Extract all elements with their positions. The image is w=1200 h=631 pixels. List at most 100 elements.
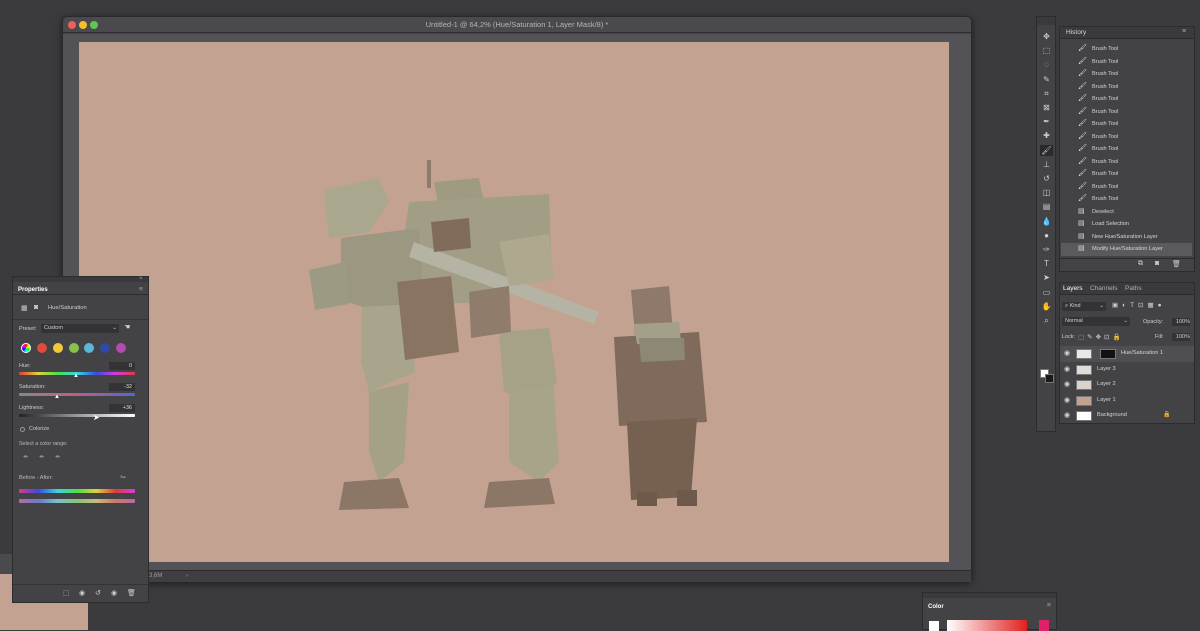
- document-canvas[interactable]: [79, 42, 949, 562]
- color-panel-grip[interactable]: [923, 593, 1056, 598]
- new-document-from-state-icon[interactable]: ⧉: [1138, 260, 1143, 268]
- path-select-icon[interactable]: ➤: [1040, 272, 1053, 283]
- move-icon[interactable]: ✥: [1040, 31, 1053, 42]
- visibility-eye-icon[interactable]: ◉: [1064, 393, 1070, 409]
- layer-row[interactable]: ◉ Hue/Saturation 1: [1060, 346, 1194, 362]
- visibility-eye-icon[interactable]: ◉: [111, 589, 117, 597]
- history-item[interactable]: ▤ Load Selection: [1061, 218, 1192, 231]
- clip-to-layer-icon[interactable]: ⬚: [63, 589, 70, 597]
- lasso-icon[interactable]: ◌: [1040, 59, 1053, 70]
- visibility-eye-icon[interactable]: ◉: [1064, 362, 1070, 378]
- tab-color[interactable]: Color: [928, 604, 944, 610]
- layer-row[interactable]: ◉ Background 🔒: [1060, 408, 1194, 424]
- reset-icon[interactable]: ↺: [95, 589, 101, 597]
- tab-history[interactable]: History: [1066, 29, 1086, 36]
- zoom-icon[interactable]: ⌕: [1040, 315, 1053, 326]
- background-color-icon[interactable]: [1045, 374, 1054, 383]
- color-range-swatch[interactable]: [37, 343, 47, 353]
- gradient-icon[interactable]: ▤: [1040, 201, 1053, 212]
- colorize-checkbox[interactable]: [20, 427, 25, 432]
- healing-icon[interactable]: ✚: [1040, 130, 1053, 141]
- saturation-value-field[interactable]: -32: [109, 383, 135, 391]
- history-item[interactable]: 🖌 Brush Tool: [1061, 81, 1192, 94]
- panel-menu-icon[interactable]: ≡: [1047, 602, 1051, 609]
- history-item[interactable]: 🖌 Brush Tool: [1061, 43, 1192, 56]
- history-item[interactable]: 🖌 Brush Tool: [1061, 168, 1192, 181]
- type-icon[interactable]: T: [1040, 258, 1053, 269]
- fill-field[interactable]: 100%: [1172, 333, 1190, 341]
- lock-options-icons[interactable]: ⬚✎✥⊡🔒: [1078, 333, 1124, 341]
- tab-properties[interactable]: Properties: [18, 287, 48, 293]
- color-range-swatch[interactable]: [116, 343, 126, 353]
- color-field[interactable]: [947, 620, 1027, 631]
- visibility-eye-icon[interactable]: ◉: [1064, 408, 1070, 424]
- color-range-swatch[interactable]: [68, 343, 79, 353]
- visibility-eye-icon[interactable]: ◉: [1064, 377, 1070, 393]
- layer-mask-thumbnail[interactable]: [1100, 349, 1116, 359]
- eyedropper-icon[interactable]: ✒: [1040, 116, 1053, 127]
- targeted-adjustment-icon[interactable]: ☚: [124, 323, 130, 331]
- range-toggle-icon[interactable]: ⇋: [120, 473, 126, 481]
- hue-strip[interactable]: [1039, 620, 1049, 631]
- history-item[interactable]: 🖌 Brush Tool: [1061, 68, 1192, 81]
- tab-paths[interactable]: Paths: [1125, 285, 1142, 292]
- brush-icon[interactable]: 🖌: [1040, 144, 1053, 156]
- history-item[interactable]: 🖌 Brush Tool: [1061, 143, 1192, 156]
- history-item[interactable]: 🖌 Brush Tool: [1061, 118, 1192, 131]
- tools-panel-grip[interactable]: [1037, 17, 1055, 25]
- color-range-swatch[interactable]: [100, 343, 111, 353]
- layer-row[interactable]: ◉ Layer 3: [1060, 362, 1194, 378]
- pen-icon[interactable]: ✑: [1040, 244, 1053, 255]
- history-item[interactable]: 🖌 Brush Tool: [1061, 56, 1192, 69]
- saturation-slider-thumb[interactable]: ▲: [54, 394, 60, 400]
- layer-filter-kind-select[interactable]: ⌕ Kind ⌄: [1062, 302, 1106, 311]
- lightness-value-field[interactable]: +36: [109, 404, 135, 412]
- marquee-icon[interactable]: ⬚: [1040, 45, 1053, 56]
- subtract-eyedropper-icon[interactable]: ✒: [55, 453, 61, 461]
- history-item[interactable]: 🖌 Brush Tool: [1061, 181, 1192, 194]
- view-previous-icon[interactable]: ◉: [79, 589, 85, 597]
- dodge-icon[interactable]: ●: [1040, 230, 1053, 241]
- hue-value-field[interactable]: 0: [109, 362, 135, 370]
- eyedropper-icon[interactable]: ✒: [23, 453, 29, 461]
- eraser-icon[interactable]: ◫: [1040, 187, 1053, 198]
- panel-menu-icon[interactable]: ≡: [139, 286, 143, 293]
- history-brush-icon[interactable]: ↺: [1040, 173, 1053, 184]
- history-item[interactable]: ▤ Modify Hue/Saturation Layer: [1061, 243, 1192, 256]
- snapshot-camera-icon[interactable]: ◙: [1155, 260, 1159, 267]
- master-range-swatch[interactable]: [21, 343, 31, 353]
- crop-icon[interactable]: ⌗: [1040, 88, 1053, 99]
- status-menu-arrow[interactable]: ›: [186, 573, 188, 579]
- quick-select-icon[interactable]: ✎: [1040, 74, 1053, 85]
- delete-trash-icon[interactable]: 🗑: [127, 589, 136, 597]
- history-item[interactable]: ▤ New Hue/Saturation Layer: [1061, 231, 1192, 244]
- shape-icon[interactable]: ▭: [1040, 287, 1053, 298]
- frame-icon[interactable]: ⊠: [1040, 102, 1053, 113]
- saturation-slider-track[interactable]: [19, 393, 135, 396]
- history-item[interactable]: 🖌 Brush Tool: [1061, 93, 1192, 106]
- history-item[interactable]: ▤ Deselect: [1061, 206, 1192, 219]
- color-range-swatch[interactable]: [52, 343, 63, 353]
- history-item[interactable]: 🖌 Brush Tool: [1061, 106, 1192, 119]
- tab-channels[interactable]: Channels: [1090, 285, 1117, 292]
- hand-icon[interactable]: ✋: [1040, 301, 1053, 312]
- canvas-area[interactable]: [63, 34, 971, 570]
- color-range-swatch[interactable]: [84, 343, 95, 353]
- blend-mode-select[interactable]: Normal ⌄: [1062, 317, 1130, 326]
- close-panel-icon[interactable]: ×: [139, 276, 143, 282]
- preset-select[interactable]: Custom ⌄: [41, 324, 119, 333]
- tab-layers[interactable]: Layers: [1063, 285, 1083, 292]
- blur-icon[interactable]: 💧: [1040, 216, 1053, 227]
- opacity-field[interactable]: 100%: [1172, 318, 1190, 326]
- panel-menu-icon[interactable]: ≡: [1182, 28, 1186, 35]
- history-item[interactable]: 🖌 Brush Tool: [1061, 156, 1192, 169]
- delete-trash-icon[interactable]: 🗑: [1172, 260, 1181, 268]
- history-item[interactable]: 🖌 Brush Tool: [1061, 193, 1192, 206]
- layer-row[interactable]: ◉ Layer 1: [1060, 393, 1194, 409]
- add-eyedropper-icon[interactable]: ✒: [39, 453, 45, 461]
- hue-slider-thumb[interactable]: ▲: [73, 373, 79, 379]
- layer-row[interactable]: ◉ Layer 2: [1060, 377, 1194, 393]
- visibility-eye-icon[interactable]: ◉: [1064, 346, 1070, 362]
- properties-grip[interactable]: [13, 277, 148, 282]
- layer-filter-icons[interactable]: ▣◐T⊡▦●: [1112, 301, 1192, 311]
